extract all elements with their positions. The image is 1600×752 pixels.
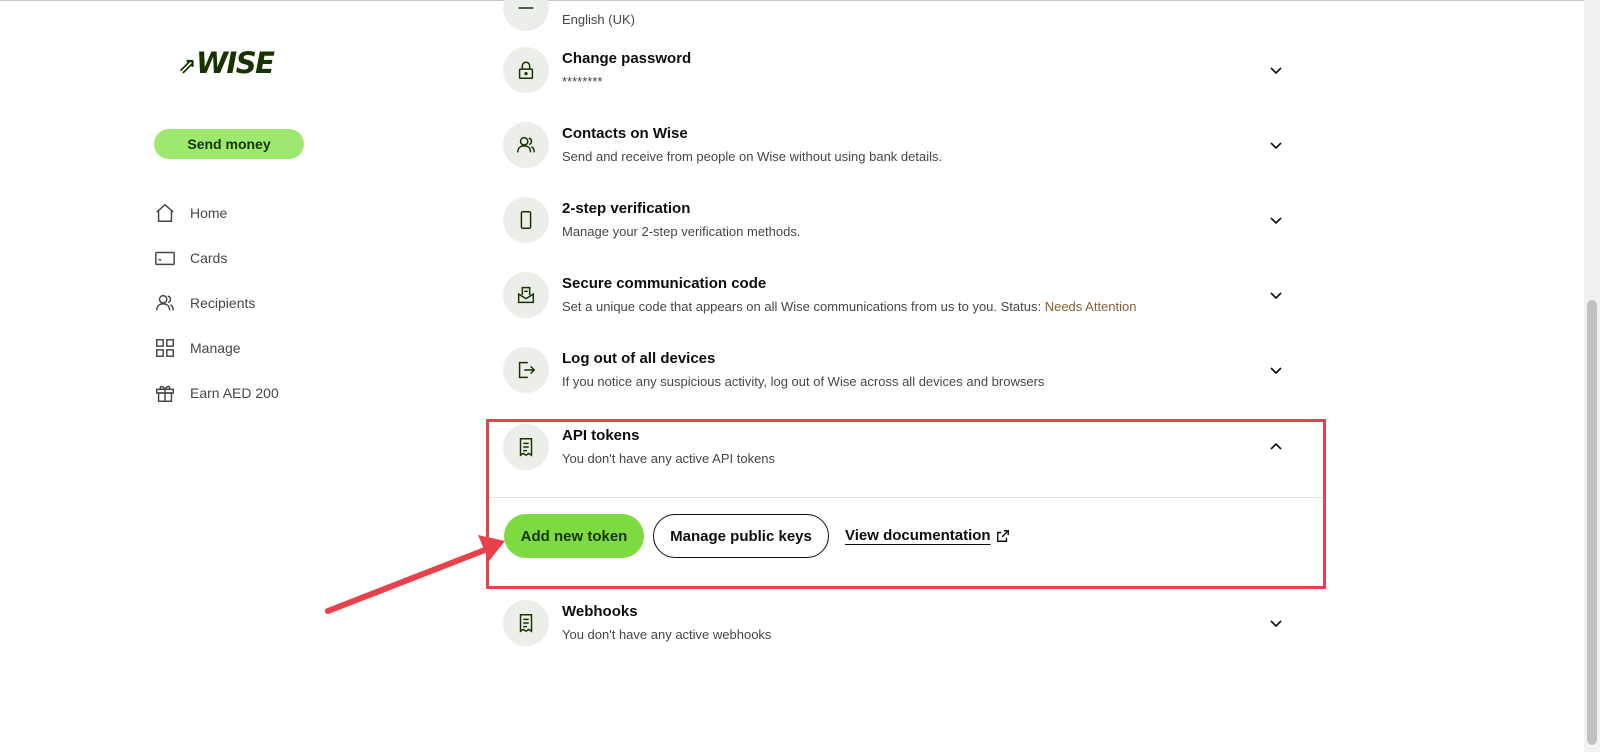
settings-row-subtitle: You don't have any active webhooks <box>562 626 772 642</box>
sidebar-item-label: Earn AED 200 <box>190 384 279 401</box>
chevron-down-icon[interactable] <box>1268 287 1284 303</box>
settings-row-title: Contacts on Wise <box>562 124 688 142</box>
settings-row-title <box>562 0 1303 7</box>
settings-row-webhooks[interactable]: Webhooks You don't have any active webho… <box>503 585 1303 661</box>
chevron-down-icon[interactable] <box>1268 212 1284 228</box>
settings-row-api-tokens[interactable]: API tokens You don't have any active API… <box>503 409 1303 485</box>
settings-row-subtitle: ******** <box>562 73 603 89</box>
settings-row-secure-code[interactable]: Secure communication code Set a unique c… <box>503 257 1303 333</box>
sidebar-item-recipients[interactable]: Recipients <box>154 280 279 325</box>
settings-row-title: Change password <box>562 49 692 67</box>
chevron-down-icon[interactable] <box>1268 137 1284 153</box>
card-icon <box>154 247 176 269</box>
logout-icon <box>503 347 549 393</box>
settings-row-title: Secure communication code <box>562 274 767 292</box>
send-money-button[interactable]: Send money <box>154 129 304 159</box>
lock-icon <box>503 47 549 93</box>
sidebar-item-home[interactable]: Home <box>154 190 279 235</box>
settings-row-title: Webhooks <box>562 602 638 620</box>
phone-icon <box>503 197 549 243</box>
sidebar-item-label: Home <box>190 204 228 221</box>
contacts-icon <box>503 122 549 168</box>
page: ⇗WISE Send money Home Cards Recipients M… <box>0 0 1600 752</box>
settings-row-title: API tokens <box>562 426 640 444</box>
sidebar-item-label: Recipients <box>190 294 256 311</box>
settings-row-2-step[interactable]: 2-step verification Manage your 2-step v… <box>503 182 1303 258</box>
settings-row-title: Log out of all devices <box>562 349 716 367</box>
external-link-icon <box>996 529 1009 542</box>
divider <box>488 497 1324 498</box>
settings-row-subtitle: If you notice any suspicious activity, l… <box>562 373 1045 389</box>
settings-row-subtitle: English (UK) <box>562 11 635 27</box>
sidebar-item-label: Manage <box>190 339 241 356</box>
sidebar-item-manage[interactable]: Manage <box>154 325 279 370</box>
settings-row-subtitle: Set a unique code that appears on all Wi… <box>562 298 1137 314</box>
recipients-icon <box>154 292 176 314</box>
sidebar-item-cards[interactable]: Cards <box>154 235 279 280</box>
settings-row-subtitle: Manage your 2-step verification methods. <box>562 223 801 239</box>
chevron-down-icon[interactable] <box>1268 615 1284 631</box>
add-new-token-button[interactable]: Add new token <box>504 514 644 558</box>
receipt-icon <box>503 600 549 646</box>
gift-icon <box>154 382 176 404</box>
chevron-up-icon[interactable] <box>1268 439 1284 455</box>
chevron-down-icon[interactable] <box>1268 362 1284 378</box>
sidebar-nav: Home Cards Recipients Manage Earn AED 20… <box>154 190 279 415</box>
settings-row-subtitle: You don't have any active API tokens <box>562 450 776 466</box>
settings-row-logout[interactable]: Log out of all devices If you notice any… <box>503 332 1303 408</box>
status-needs-attention: Needs Attention <box>1044 298 1137 314</box>
scrollbar-thumb[interactable] <box>1587 300 1597 745</box>
sidebar-item-earn[interactable]: Earn AED 200 <box>154 370 279 415</box>
manage-public-keys-button[interactable]: Manage public keys <box>653 514 829 558</box>
home-icon <box>154 202 176 224</box>
view-documentation-link[interactable]: View documentation <box>845 527 1010 544</box>
chevron-down-icon[interactable] <box>1268 62 1284 78</box>
sidebar-item-label: Cards <box>190 249 228 266</box>
settings-row-change-password[interactable]: Change password ******** <box>503 32 1303 108</box>
view-documentation-label: View documentation <box>845 527 991 544</box>
secure-mail-icon <box>503 272 549 318</box>
settings-row-subtitle: Send and receive from people on Wise wit… <box>562 148 943 164</box>
grid-icon <box>154 337 176 359</box>
settings-row-contacts[interactable]: Contacts on Wise Send and receive from p… <box>503 107 1303 183</box>
settings-row-title: 2-step verification <box>562 199 691 217</box>
receipt-icon <box>503 424 549 470</box>
wise-logo[interactable]: ⇗WISE <box>178 46 275 80</box>
language-icon <box>503 0 549 31</box>
